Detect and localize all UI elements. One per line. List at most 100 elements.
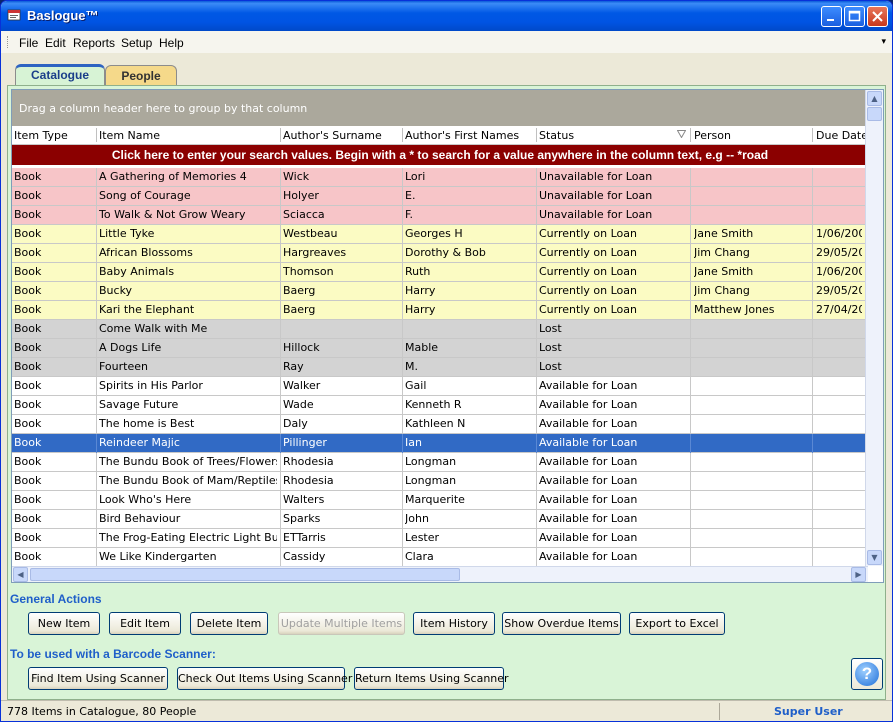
table-row[interactable]: Book Kari the Elephant Baerg Harry Currently…: [12, 301, 868, 320]
cell-item-name: Bucky: [99, 284, 133, 297]
table-row[interactable]: Book We Like Kindergarten Cassidy Clara Avai…: [12, 548, 868, 567]
scroll-left-button[interactable]: ◀: [13, 567, 28, 582]
table-row[interactable]: Book The home is Best Daly Kathleen N Availa…: [12, 415, 868, 434]
table-row[interactable]: Book Come Walk with Me Lost: [12, 320, 868, 339]
table-row[interactable]: Book A Gathering of Memories 4 Wick Lori Una…: [12, 168, 868, 187]
tab-strip: Catalogue People: [1, 53, 892, 86]
column-divider[interactable]: [812, 128, 813, 142]
cell-item-name: Reindeer Majic: [99, 436, 180, 449]
export-to-excel-button[interactable]: Export to Excel: [629, 612, 725, 635]
tab-people[interactable]: People: [105, 65, 177, 86]
cell-divider: [96, 472, 97, 491]
cell-status: Available for Loan: [539, 474, 638, 487]
table-row[interactable]: Book A Dogs Life Hillock Mable Lost: [12, 339, 868, 358]
find-item-scanner-button[interactable]: Find Item Using Scanner: [28, 667, 168, 690]
menu-setup[interactable]: Setup: [121, 36, 152, 50]
toolbar-grip[interactable]: [7, 36, 11, 48]
column-divider[interactable]: [690, 128, 691, 142]
cell-item-name: The Frog-Eating Electric Light Bug: [99, 531, 277, 544]
table-row[interactable]: Book Look Who's Here Walters Marquerite Avai…: [12, 491, 868, 510]
table-row[interactable]: Book Spirits in His Parlor Walker Gail Avail…: [12, 377, 868, 396]
column-header-person[interactable]: Person: [694, 129, 731, 142]
table-row[interactable]: Book Song of Courage Holyer E. Unavailable f…: [12, 187, 868, 206]
table-row[interactable]: Book Little Tyke Westbeau Georges H Currentl…: [12, 225, 868, 244]
horizontal-scroll-thumb[interactable]: [30, 568, 460, 581]
tab-catalogue[interactable]: Catalogue: [15, 64, 105, 86]
cell-status: Available for Loan: [539, 398, 638, 411]
delete-item-button[interactable]: Delete Item: [190, 612, 268, 635]
minimize-icon: [827, 19, 834, 21]
cell-author-surname: Daly: [283, 417, 308, 430]
cell-author-first-names: Ian: [405, 436, 422, 449]
maximize-button[interactable]: [844, 6, 865, 27]
column-divider[interactable]: [96, 128, 97, 142]
show-overdue-items-button[interactable]: Show Overdue Items: [502, 612, 621, 635]
cell-status: Currently on Loan: [539, 303, 637, 316]
table-row[interactable]: Book Savage Future Wade Kenneth R Available …: [12, 396, 868, 415]
cell-divider: [536, 377, 537, 396]
cell-divider: [812, 510, 813, 529]
cell-divider: [402, 244, 403, 263]
cell-divider: [280, 206, 281, 225]
return-items-scanner-button[interactable]: Return Items Using Scanner: [354, 667, 509, 690]
column-header-item-type[interactable]: Item Type: [14, 129, 68, 142]
cell-status: Unavailable for Loan: [539, 170, 653, 183]
cell-divider: [536, 168, 537, 187]
table-row[interactable]: Book The Bundu Book of Trees/Flowers Rhode…: [12, 453, 868, 472]
cell-item-type: Book: [14, 474, 42, 487]
column-header-author-first-names[interactable]: Author's First Names: [405, 129, 519, 142]
edit-item-button[interactable]: Edit Item: [109, 612, 181, 635]
column-header-due-date[interactable]: Due Date: [816, 129, 868, 142]
new-item-button[interactable]: New Item: [28, 612, 100, 635]
scroll-thumb[interactable]: [867, 107, 882, 121]
item-history-button[interactable]: Item History: [413, 612, 495, 635]
cell-divider: [812, 548, 813, 567]
cell-divider: [536, 491, 537, 510]
title-bar[interactable]: Baslogue™: [1, 1, 892, 31]
menu-file[interactable]: File: [19, 36, 38, 50]
column-divider[interactable]: [402, 128, 403, 142]
table-row[interactable]: Book The Bundu Book of Mam/Reptiles Rhodes…: [12, 472, 868, 491]
cell-divider: [690, 548, 691, 567]
table-row[interactable]: Book Baby Animals Thomson Ruth Currently on …: [12, 263, 868, 282]
filter-icon[interactable]: [677, 130, 686, 138]
cell-divider: [402, 206, 403, 225]
vertical-scrollbar[interactable]: ▲ ▼: [865, 90, 883, 566]
menu-help[interactable]: Help: [159, 36, 184, 50]
chevron-down-icon[interactable]: ▾: [881, 37, 886, 47]
cell-author-first-names: Gail: [405, 379, 427, 392]
scroll-right-button[interactable]: ▶: [851, 567, 866, 582]
table-row[interactable]: Book Reindeer Majic Pillinger Ian Available …: [12, 434, 868, 453]
table-row[interactable]: Book Bucky Baerg Harry Currently on Loan Jim …: [12, 282, 868, 301]
horizontal-scrollbar[interactable]: ◀ ▶: [12, 566, 868, 582]
update-multiple-items-button[interactable]: Update Multiple Items: [278, 612, 405, 635]
check-out-scanner-button[interactable]: Check Out Items Using Scanner: [177, 667, 352, 690]
cell-divider: [536, 548, 537, 567]
help-button[interactable]: ?: [851, 658, 883, 690]
table-row[interactable]: Book African Blossoms Hargreaves Dorothy & …: [12, 244, 868, 263]
column-header-status[interactable]: Status: [539, 129, 574, 142]
column-divider[interactable]: [280, 128, 281, 142]
table-row[interactable]: Book Fourteen Ray M. Lost: [12, 358, 868, 377]
column-header-author-surname[interactable]: Author's Surname: [283, 129, 382, 142]
cell-status: Lost: [539, 322, 562, 335]
menu-edit[interactable]: Edit: [45, 36, 66, 50]
cell-divider: [96, 263, 97, 282]
cell-divider: [536, 529, 537, 548]
cell-item-name: We Like Kindergarten: [99, 550, 217, 563]
minimize-button[interactable]: [821, 6, 842, 27]
cell-item-name: The Bundu Book of Trees/Flowers: [99, 455, 277, 468]
table-row[interactable]: Book The Frog-Eating Electric Light Bug ET…: [12, 529, 868, 548]
scroll-down-button[interactable]: ▼: [867, 550, 882, 565]
menu-reports[interactable]: Reports: [73, 36, 115, 50]
table-row[interactable]: Book Bird Behaviour Sparks John Available fo…: [12, 510, 868, 529]
group-by-area[interactable]: Drag a column header here to group by th…: [12, 90, 868, 126]
search-bar[interactable]: Click here to enter your search values. …: [12, 145, 868, 165]
close-button[interactable]: [867, 6, 888, 27]
table-row[interactable]: Book To Walk & Not Grow Weary Sciacca F. Una…: [12, 206, 868, 225]
column-divider[interactable]: [536, 128, 537, 142]
cell-author-surname: ETTarris: [283, 531, 326, 544]
scroll-up-button[interactable]: ▲: [867, 91, 882, 106]
cell-divider: [402, 415, 403, 434]
column-header-item-name[interactable]: Item Name: [99, 129, 160, 142]
